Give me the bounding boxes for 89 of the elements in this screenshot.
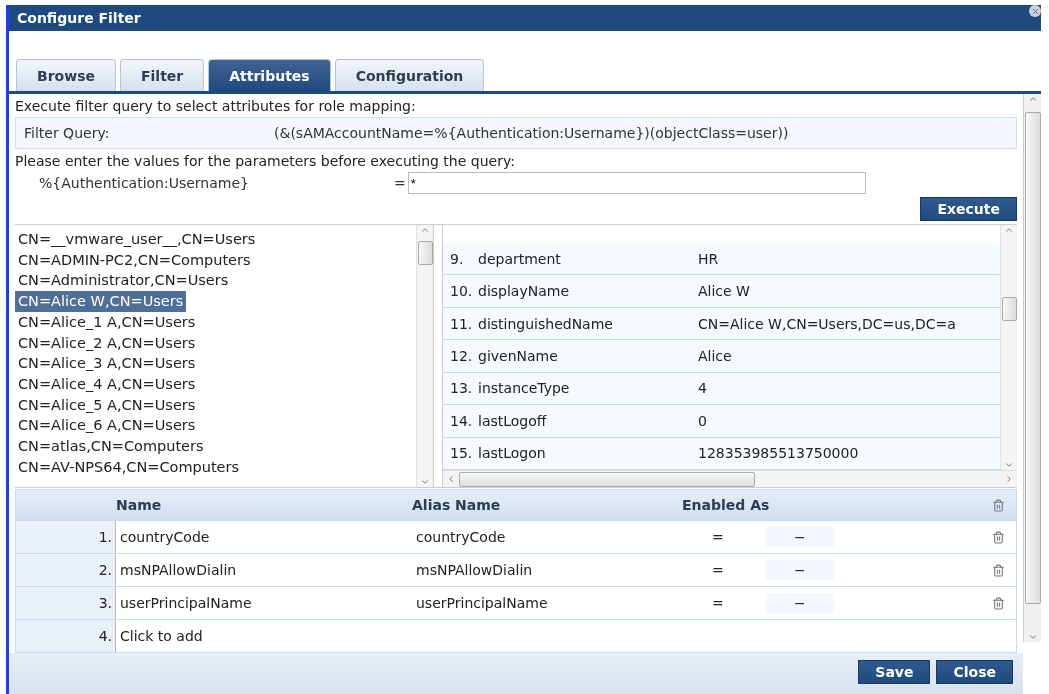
attribute-name: displayName <box>478 283 570 300</box>
row-number: 14. <box>450 412 474 429</box>
scroll-down-icon[interactable] <box>1004 460 1014 470</box>
tab[interactable]: Browse <box>16 59 116 91</box>
entry-item[interactable]: CN=Alice_4 A,CN=Users <box>15 373 199 395</box>
scroll-down-icon[interactable] <box>1027 632 1038 642</box>
scrollbar[interactable] <box>1000 225 1017 470</box>
scroll-thumb[interactable] <box>418 241 433 265</box>
row-number: 9. <box>450 250 465 267</box>
tab[interactable]: Filter <box>119 59 205 91</box>
attribute-name: lastLogon <box>478 445 547 462</box>
equals-sign: = <box>394 175 406 191</box>
entry-item[interactable]: CN=Alice_1 A,CN=Users <box>15 311 199 333</box>
entry-item[interactable]: CN=Alice_3 A,CN=Users <box>15 353 199 374</box>
entry-item[interactable]: CN=__vmware_user__,CN=Users <box>15 229 259 250</box>
instruction-text: Please enter the values for the parameters before executing the query: <box>15 153 516 169</box>
trash-icon[interactable] <box>992 530 1005 544</box>
table-cell-text: msNPAllowDialin <box>119 562 238 578</box>
attribute-name: givenName <box>478 347 559 364</box>
entry-item[interactable]: CN=Administrator,CN=Users <box>15 270 232 292</box>
equals-sign: = <box>711 529 725 545</box>
table-cell-text: userPrincipalName <box>415 595 549 611</box>
row-number: 10. <box>450 283 474 300</box>
row-number: 15. <box>450 445 474 462</box>
row-number: 12. <box>450 347 474 364</box>
attribute-value: CN=Alice W,CN=Users,DC=us,DC=a <box>698 315 957 332</box>
row-number: 3. <box>16 587 116 619</box>
attribute-name: distinguishedName <box>478 315 614 332</box>
scroll-up-icon[interactable] <box>1004 225 1014 235</box>
scrollbar[interactable] <box>1023 94 1041 642</box>
attribute-value: Alice W <box>698 283 751 300</box>
attribute-value: 0 <box>698 412 708 429</box>
equals-sign: = <box>711 595 725 611</box>
attribute-value: 4 <box>698 380 708 397</box>
attribute-name: instanceType <box>478 380 571 397</box>
filter-query-value: (&(sAMAccountName=%{Authentication:Username})(objectClass=user)) <box>273 124 790 143</box>
attribute-value: HR <box>698 250 720 267</box>
enabled-as-value[interactable]: − <box>766 593 834 613</box>
row-number: 1. <box>16 521 116 553</box>
attribute-value: Alice <box>698 347 733 364</box>
field-label: Filter Query: <box>23 124 111 143</box>
attribute-value: 128353985513750000 <box>698 445 860 462</box>
enabled-as-value[interactable]: − <box>766 527 834 547</box>
row-number: 2. <box>16 554 116 586</box>
table-cell-text: countryCode <box>119 529 211 545</box>
entry-item[interactable]: CN=Alice_2 A,CN=Users <box>15 332 199 354</box>
trash-icon[interactable] <box>992 498 1005 512</box>
parameter-input[interactable]: * <box>407 172 866 194</box>
trash-icon[interactable] <box>992 596 1005 610</box>
scrollbar[interactable] <box>416 225 433 487</box>
scroll-down-icon[interactable] <box>420 477 430 487</box>
horizontal-scrollbar[interactable] <box>443 470 1017 487</box>
column-header: Alias Name <box>412 497 502 513</box>
entry-item[interactable]: CN=Alice W,CN=Users <box>15 291 187 312</box>
entry-item[interactable]: CN=atlas,CN=Computers <box>15 436 207 457</box>
entry-item[interactable]: CN=ADMIN-PC2,CN=Computers <box>15 249 254 271</box>
table-cell-text: countryCode <box>415 529 507 545</box>
close-icon[interactable] <box>1029 5 1041 17</box>
equals-sign: = <box>711 562 725 578</box>
row-number: 4. <box>16 620 116 652</box>
table-cell-text: msNPAllowDialin <box>415 562 534 578</box>
entry-item[interactable]: CN=Alice_5 A,CN=Users <box>15 394 199 416</box>
scroll-up-icon[interactable] <box>1027 94 1038 104</box>
dialog-button[interactable]: Close <box>936 660 1013 684</box>
scroll-thumb[interactable] <box>1025 112 1041 604</box>
tab[interactable]: Configuration <box>334 59 485 91</box>
add-row-link[interactable]: Click to add <box>116 628 412 644</box>
tab[interactable]: Attributes <box>208 59 331 91</box>
scroll-up-icon[interactable] <box>420 225 430 235</box>
entry-item[interactable]: CN=Alice_6 A,CN=Users <box>15 415 199 437</box>
scroll-right-icon[interactable] <box>1004 474 1014 484</box>
row-number: 13. <box>450 380 474 397</box>
trash-icon[interactable] <box>992 563 1005 577</box>
scroll-thumb[interactable] <box>1002 297 1017 321</box>
parameter-name: %{Authentication:Username} <box>39 175 250 191</box>
entry-item[interactable]: CN=AV-NPS64,CN=Computers <box>15 456 243 478</box>
column-header: Name <box>116 497 163 513</box>
window-title: Configure Filter <box>17 10 141 26</box>
instruction-text: Execute filter query to select attributes for role mapping: <box>15 98 417 114</box>
column-header: Enabled As <box>682 497 771 513</box>
execute-button[interactable]: Execute <box>920 197 1017 221</box>
dialog-button[interactable]: Save <box>858 660 931 684</box>
attribute-name: lastLogoff <box>478 412 548 429</box>
enabled-as-value[interactable]: − <box>766 560 834 580</box>
scroll-left-icon[interactable] <box>446 474 456 484</box>
scroll-thumb[interactable] <box>459 472 755 487</box>
row-number: 11. <box>450 315 474 332</box>
attribute-name: department <box>478 250 562 267</box>
table-cell-text: userPrincipalName <box>119 595 253 611</box>
